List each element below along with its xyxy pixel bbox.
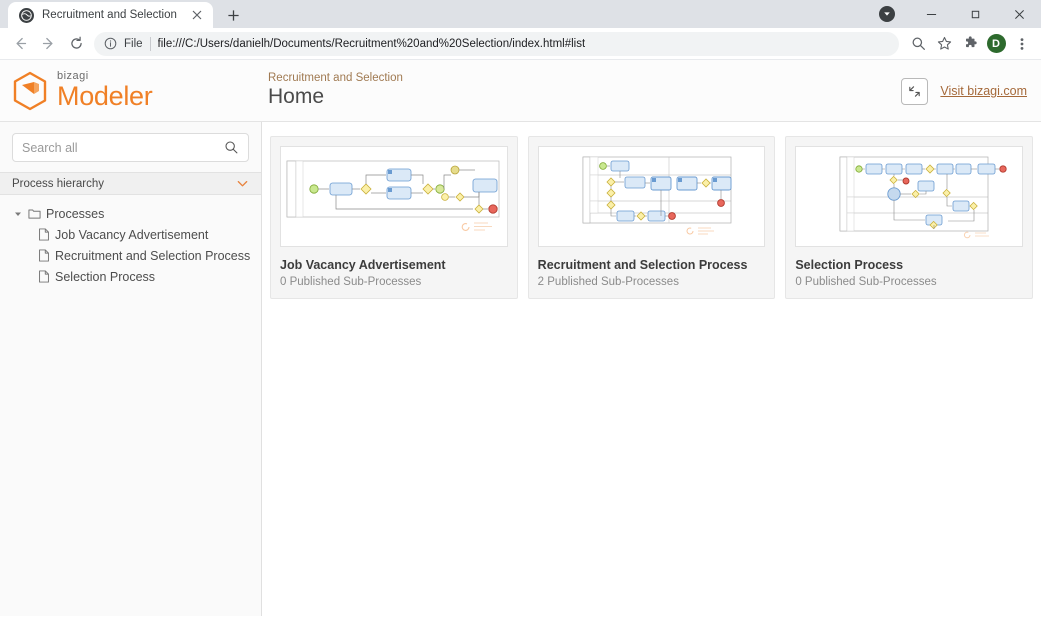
main-layout: Process hierarchy Processes Job Vacancy … [0,122,1041,616]
process-hierarchy-header[interactable]: Process hierarchy [0,172,261,195]
tree-node-processes[interactable]: Processes [0,203,261,224]
card-subtitle: 0 Published Sub-Processes [280,276,422,288]
card-title: Recruitment and Selection Process [537,258,748,272]
process-card[interactable]: Recruitment and Selection Process 2 Publ… [527,136,776,299]
tree-node-recruitment-and-selection-process[interactable]: Recruitment and Selection Process [0,245,261,266]
url-text: file:///C:/Users/danielh/Documents/Recru… [157,37,586,50]
bizagi-logo-icon [12,71,48,111]
card-subtitle: 2 Published Sub-Processes [537,276,679,288]
profile-initial: D [986,34,1006,53]
content-area: Job Vacancy Advertisement 0 Published Su… [262,122,1041,616]
tab-title: Recruitment and Selection [42,9,177,21]
tree-node-selection-process[interactable]: Selection Process [0,266,261,287]
info-circle-icon[interactable] [104,37,117,50]
tree-node-label: Job Vacancy Advertisement [55,227,209,242]
process-card-grid: Job Vacancy Advertisement 0 Published Su… [262,136,1041,299]
maximize-icon[interactable] [953,0,997,28]
three-dot-menu-icon[interactable] [1009,31,1035,57]
process-card[interactable]: Job Vacancy Advertisement 0 Published Su… [270,136,518,299]
avatar[interactable]: D [983,31,1009,57]
card-subtitle: 0 Published Sub-Processes [795,276,937,288]
process-hierarchy-label: Process hierarchy [12,177,105,190]
star-icon[interactable] [931,31,957,57]
close-window-icon[interactable] [997,0,1041,28]
tree-node-label: Processes [46,206,105,221]
collapse-diagonal-icon[interactable] [901,77,929,105]
address-bar[interactable]: File file:///C:/Users/danielh/Documents/… [94,31,899,56]
search-icon[interactable] [905,31,931,57]
page-title: Home [268,85,325,108]
browser-toolbar: File file:///C:/Users/danielh/Documents/… [0,28,1041,60]
card-title: Job Vacancy Advertisement [280,258,446,272]
search-icon[interactable] [224,140,239,155]
puzzle-icon[interactable] [957,31,983,57]
folder-icon [28,207,41,220]
forward-arrow-icon[interactable] [34,30,62,58]
search-container [0,122,261,172]
process-card[interactable]: Selection Process 0 Published Sub-Proces… [785,136,1034,299]
visit-bizagi-link[interactable]: Visit bizagi.com [940,84,1027,98]
browser-tab-strip: Recruitment and Selection [0,0,1041,28]
new-tab-button[interactable] [219,2,247,28]
bpmn-diagram-thumbnail[interactable] [795,146,1024,247]
tree-node-label: Recruitment and Selection Process [55,248,251,263]
close-icon[interactable] [189,7,205,23]
header-actions: Visit bizagi.com [901,60,1027,122]
process-tree: Processes Job Vacancy Advertisement Recr… [0,195,261,287]
tree-node-label: Selection Process [55,269,156,284]
brand-name: Modeler [57,81,153,111]
browser-tab[interactable]: Recruitment and Selection [8,2,213,28]
url-scheme-label: File [124,37,143,50]
omnibox-divider [149,36,151,51]
brand[interactable]: bizagi Modeler [0,71,262,111]
download-badge-icon[interactable] [865,0,909,28]
search-box[interactable] [12,133,249,162]
minimize-icon[interactable] [909,0,953,28]
globe-icon [19,7,34,23]
breadcrumb: Recruitment and Selection [268,72,403,84]
reload-icon[interactable] [62,30,90,58]
tree-node-job-vacancy-advertisement[interactable]: Job Vacancy Advertisement [0,224,261,245]
back-arrow-icon[interactable] [6,30,34,58]
document-icon [38,228,50,241]
triangle-down-icon[interactable] [14,210,23,218]
chevron-down-icon[interactable] [236,177,249,190]
document-icon [38,249,50,262]
card-title: Selection Process [795,258,904,272]
document-icon [38,270,50,283]
page-heading-group: Recruitment and Selection Home [262,72,403,109]
bpmn-diagram-thumbnail[interactable] [280,146,508,247]
sidebar: Process hierarchy Processes Job Vacancy … [0,122,262,616]
app-header: bizagi Modeler Recruitment and Selection… [0,60,1041,122]
window-controls [865,0,1041,28]
search-input[interactable] [22,140,224,155]
bpmn-diagram-thumbnail[interactable] [537,146,766,247]
